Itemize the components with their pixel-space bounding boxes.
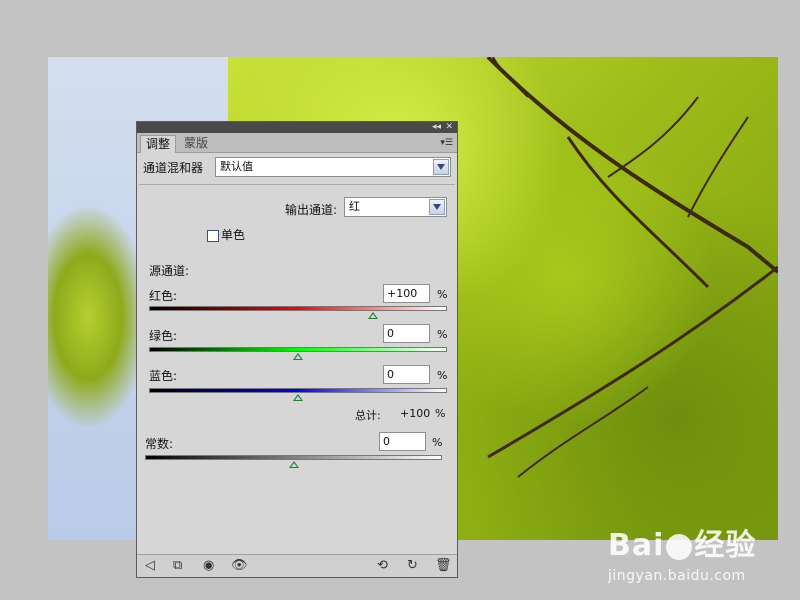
collapse-icon[interactable]: ◂◂ [432,122,441,133]
chevron-down-icon[interactable] [429,199,445,215]
reset-icon[interactable]: ↻ [407,558,418,574]
watermark-logo: Bai 经验 [608,520,756,564]
constant-slider-track[interactable] [145,455,442,460]
channel-mixer-panel: ◂◂ ✕ 调整 蒙版 ▾☰ 通道混和器 默认值 输出通道: 红 单色 源通道: … [136,121,458,578]
constant-label: 常数: [145,437,174,451]
blue-channel-unit: % [437,369,448,382]
close-icon[interactable]: ✕ [445,122,453,133]
eye-icon[interactable]: 👁 [231,558,248,574]
tab-masks[interactable]: 蒙版 [179,135,213,152]
monochrome-checkbox[interactable] [207,230,219,242]
source-channels-label: 源通道: [149,264,190,278]
green-channel-slider-thumb[interactable] [293,353,303,360]
red-channel-slider-thumb[interactable] [367,312,378,319]
previous-state-icon[interactable]: ⟲ [377,558,388,574]
panel-footer-toolbar: ◁ ⧉ ◉ 👁 ⟲ ↻ 🗑 [137,554,457,577]
red-channel-input[interactable]: +100 [383,284,430,303]
total-unit: % [435,407,446,420]
blue-channel-label: 蓝色: [149,369,178,383]
red-channel-slider-track[interactable] [149,306,447,311]
panel-tabs: 调整 蒙版 ▾☰ [137,133,457,153]
output-channel-dropdown[interactable]: 红 [344,197,447,217]
clip-to-layer-icon[interactable]: ⧉ [173,558,182,574]
panel-titlebar[interactable]: ◂◂ ✕ [137,122,457,133]
blue-channel-slider-track[interactable] [149,388,447,393]
watermark-logo-right: 经验 [694,528,757,563]
preset-value: 默认值 [220,160,253,173]
red-channel-label: 红色: [149,289,178,303]
blue-channel-input[interactable]: 0 [383,365,430,384]
green-channel-label: 绿色: [149,329,178,343]
preset-dropdown[interactable]: 默认值 [215,157,451,177]
output-channel-label: 输出通道: [285,203,338,217]
visibility-toggle-icon[interactable]: ◉ [203,558,214,574]
green-channel-unit: % [437,328,448,341]
watermark-url: jingyan.baidu.com [608,568,746,584]
red-channel-unit: % [437,288,448,301]
constant-slider-thumb[interactable] [288,461,299,468]
total-label: 总计: [355,409,381,422]
chevron-down-icon[interactable] [433,159,449,175]
panel-menu-icon[interactable]: ▾☰ [440,138,453,148]
panel-title: 通道混和器 [143,161,204,175]
green-channel-slider-track[interactable] [149,347,447,352]
tab-adjustments[interactable]: 调整 [140,135,177,153]
constant-unit: % [432,436,443,449]
output-channel-value: 红 [349,200,360,213]
baidu-jingyan-watermark: Bai 经验 jingyan.baidu.com [608,520,756,584]
watermark-logo-left: Bai [608,528,665,563]
blue-channel-slider-thumb[interactable] [293,394,303,401]
trash-icon[interactable]: 🗑 [435,558,452,574]
divider [139,184,455,185]
green-channel-input[interactable]: 0 [383,324,430,343]
monochrome-label: 单色 [221,228,246,242]
total-value: +100 [400,407,431,420]
back-arrow-icon[interactable]: ◁ [145,558,155,574]
constant-input[interactable]: 0 [379,432,426,451]
paw-icon [666,533,693,560]
